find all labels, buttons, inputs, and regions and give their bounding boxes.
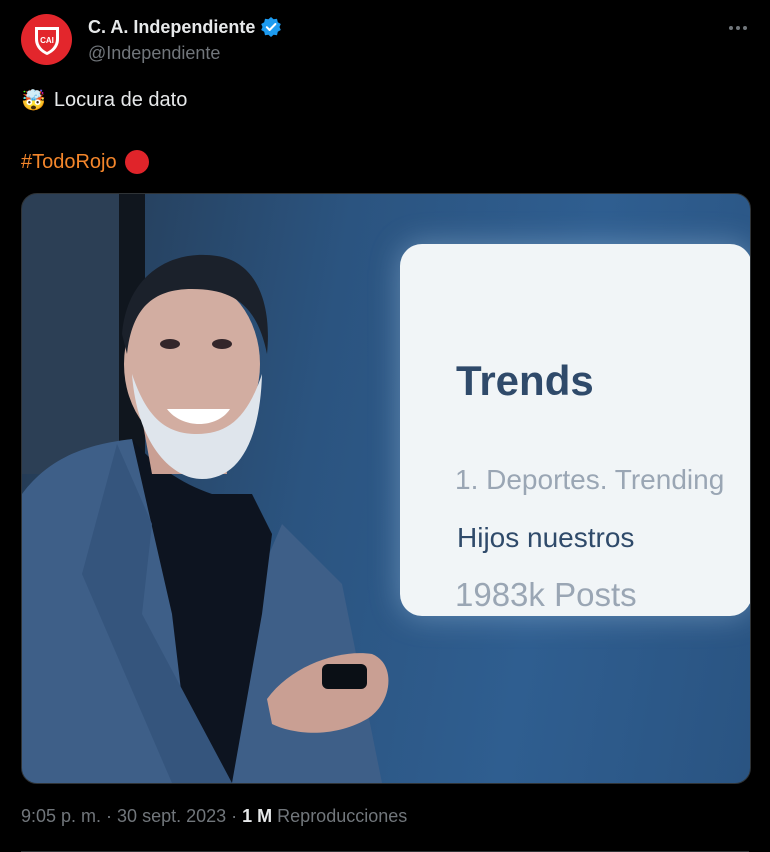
avatar[interactable]: CAI [21, 14, 72, 65]
tweet-hashtag-line: #TodoRojo [21, 150, 149, 174]
avatar-text: CAI [40, 36, 54, 45]
tweet-text: Locura de dato [53, 89, 188, 111]
mind-blown-emoji-icon: 🤯 [21, 90, 46, 112]
more-dots-icon [729, 26, 747, 30]
red-circle-emoji-icon [124, 150, 149, 174]
more-options-button[interactable] [726, 20, 750, 36]
account-name-row[interactable]: C. A. Independiente [88, 16, 282, 38]
club-shield-icon: CAI [34, 26, 59, 55]
meta-separator: · [226, 806, 243, 826]
verified-badge-icon [261, 17, 282, 37]
smiling-man-figure [22, 254, 389, 783]
account-handle[interactable]: @Independiente [88, 43, 220, 64]
tweet-date[interactable]: 30 sept. 2023 [117, 806, 226, 826]
display-name[interactable]: C. A. Independiente [88, 17, 255, 38]
tweet-meta: 9:05 p. m. · 30 sept. 2023 · 1 M Reprodu… [21, 806, 407, 827]
tweet-text-line: 🤯 Locura de dato [21, 88, 187, 113]
views-count: 1 M [242, 806, 273, 826]
tweet-media-image[interactable]: Trends 1. Deportes. Trending Hijos nuest… [21, 193, 751, 784]
meta-separator: · [101, 806, 118, 826]
views-label: Reproducciones [277, 806, 408, 826]
tweet-time[interactable]: 9:05 p. m. [21, 806, 101, 826]
hashtag-link[interactable]: #TodoRojo [21, 151, 117, 174]
